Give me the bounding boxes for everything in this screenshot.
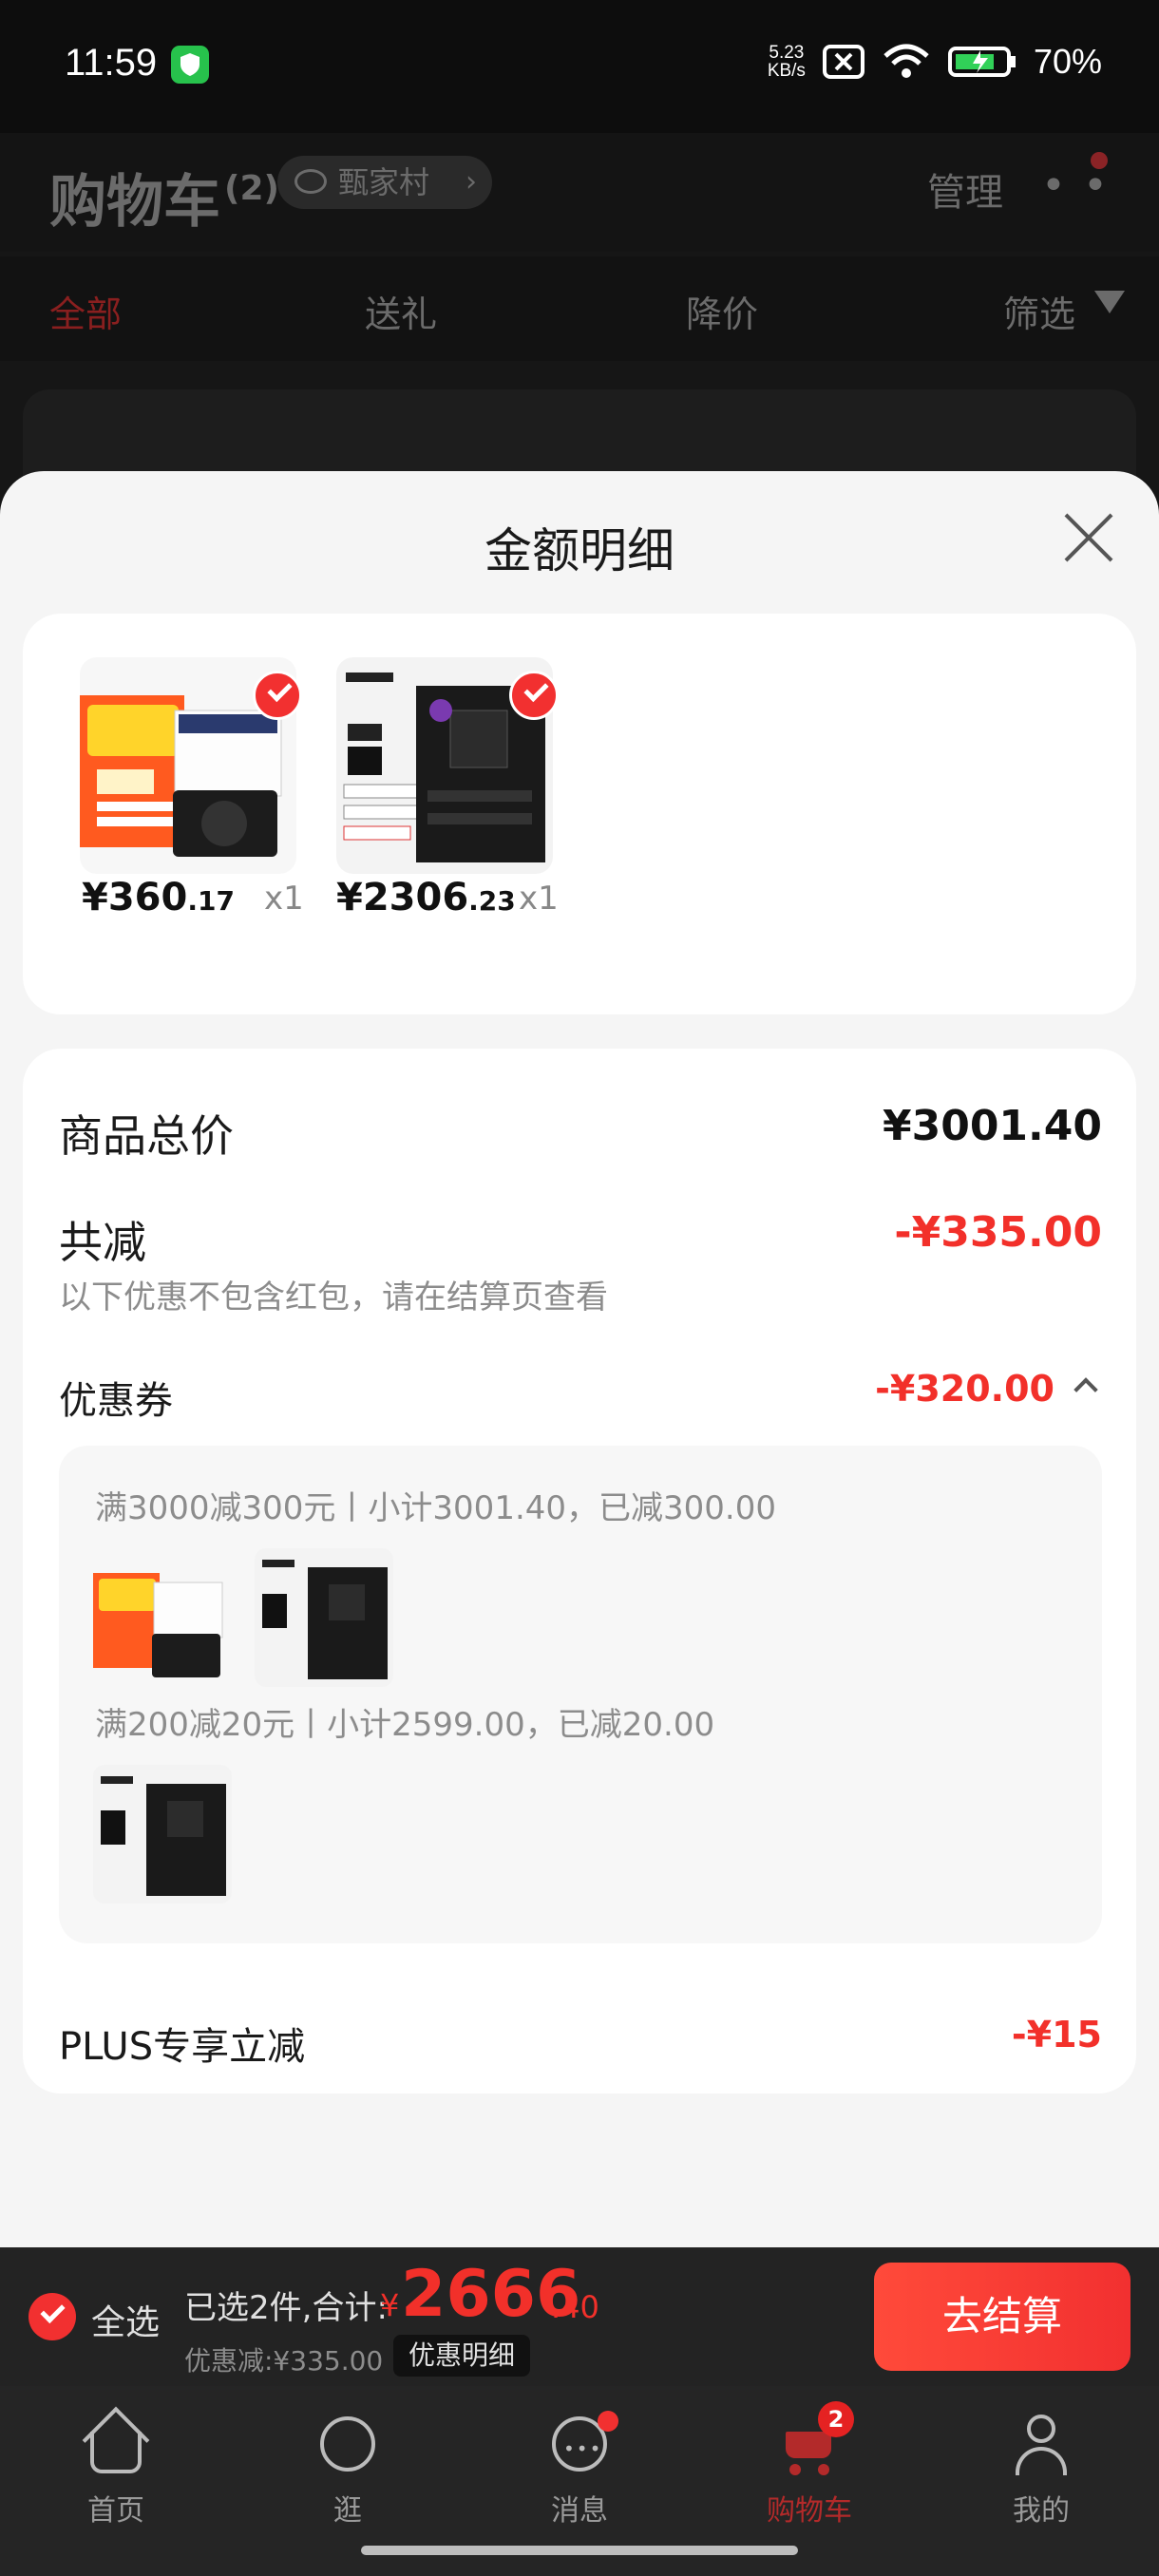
message-icon: ••• (546, 2411, 618, 2477)
nav-label: 首页 (87, 2494, 144, 2528)
sim-off-icon (822, 45, 864, 79)
total-price-value: ¥3001.40 (882, 1102, 1102, 1150)
select-all-check-icon[interactable] (28, 2293, 76, 2340)
coupon-rule: 满200减20元丨小计2599.00，已减20.00 (95, 1706, 715, 1744)
coupon-product-thumb (255, 1548, 393, 1687)
tab-all[interactable]: 全部 (49, 285, 122, 337)
nav-label: 逛 (333, 2494, 362, 2528)
coupon-label[interactable]: 优惠券 (59, 1370, 173, 1425)
cart-count: (2) (224, 169, 279, 208)
nav-cart[interactable]: 2 购物车 (724, 2401, 895, 2529)
cart-header: 购物车 (2) 甄家村 › 管理 • • (0, 133, 1159, 252)
unread-dot (598, 2411, 618, 2432)
checkout-button[interactable]: 去结算 (874, 2263, 1130, 2371)
tab-gift[interactable]: 送礼 (365, 285, 437, 337)
plus-discount-label: PLUS专享立减 (59, 2025, 306, 2069)
status-time: 11:59 (65, 42, 158, 84)
battery-level: 70% (1033, 42, 1102, 81)
product-qty-board: x1 (519, 880, 559, 918)
selected-check-icon (253, 671, 302, 720)
status-icons: 5.23 KB/s 70% (768, 42, 1102, 82)
cart-title: 购物车 (49, 169, 220, 236)
price-int: ¥2306 (336, 876, 469, 919)
price-breakdown-card: 商品总价 ¥3001.40 共减 -¥335.00 以下优惠不包含红包，请在结算… (23, 1049, 1136, 2093)
nav-profile[interactable]: 我的 (956, 2411, 1127, 2529)
nav-label: 我的 (1013, 2494, 1070, 2528)
home-icon (82, 2406, 150, 2477)
select-all-label[interactable]: 全选 (91, 2295, 160, 2344)
manage-button[interactable]: 管理 (927, 161, 1003, 217)
battery-icon (947, 47, 1016, 77)
chevron-up-icon[interactable] (1074, 1377, 1098, 1402)
nav-browse[interactable]: 逛 (262, 2411, 433, 2529)
sheet-title: 金额明细 (484, 523, 674, 578)
coupon-value[interactable]: -¥320.00 (875, 1368, 1054, 1410)
nav-home[interactable]: 首页 (30, 2406, 201, 2529)
location-name: 甄家村 (338, 164, 430, 200)
total-decimal: .40 (551, 2289, 599, 2325)
price-dec: .17 (187, 885, 235, 917)
screen: 11:59 5.23 KB/s 70% 购物车 (2) 甄家村 › 管理 • •… (0, 0, 1159, 2576)
coupon-product-thumb (93, 1548, 232, 1687)
discount-total-label: 共减 (59, 1217, 146, 1268)
discount-note: 以下优惠不包含红包，请在结算页查看 (59, 1279, 608, 1316)
plus-discount-value: -¥15 (1011, 2014, 1102, 2055)
browse-icon (314, 2411, 381, 2477)
status-bar: 11:59 5.23 KB/s 70% (0, 0, 1159, 133)
net-speed-value: 5.23 (769, 43, 805, 63)
eye-icon (294, 169, 327, 194)
discount-total-value: -¥335.00 (894, 1208, 1102, 1257)
checkout-bar: 全选 已选2件,合计: ¥ 2666 .40 优惠减:¥335.00 优惠明细 … (0, 2247, 1159, 2386)
total-price-label: 商品总价 (59, 1110, 234, 1162)
location-chip[interactable]: 甄家村 › (277, 156, 492, 209)
cart-badge: 2 (818, 2401, 854, 2437)
tab-filter[interactable]: 筛选 (1003, 285, 1075, 337)
product-price-board: ¥2306.23 (336, 876, 516, 919)
net-speed: 5.23 KB/s (768, 44, 806, 80)
net-speed-unit: KB/s (767, 61, 806, 81)
security-shield-icon (171, 46, 209, 84)
price-detail-sheet: 金额明细 ¥360.17 x1 ¥2306.23 x1 商品总价 ¥3001.4… (0, 471, 1159, 2247)
total-currency: ¥ (380, 2287, 400, 2323)
close-icon[interactable] (1062, 511, 1115, 564)
product-qty-psu: x1 (264, 880, 304, 918)
nav-label: 消息 (551, 2494, 608, 2528)
price-int: ¥360 (82, 876, 188, 919)
tab-price-drop[interactable]: 降价 (686, 285, 758, 337)
coupon-rule: 满3000减300元丨小计3001.40，已减300.00 (95, 1489, 776, 1527)
coupon-detail-box: 满3000减300元丨小计3001.40，已减300.00 满200减20元丨小… (59, 1446, 1102, 1943)
nav-label: 购物车 (767, 2494, 852, 2528)
selected-check-icon (509, 671, 559, 720)
discount-summary: 优惠减:¥335.00 (184, 2345, 384, 2377)
profile-icon (1008, 2411, 1074, 2477)
wifi-icon (884, 44, 929, 78)
notification-dot (1091, 152, 1108, 169)
discount-detail-button[interactable]: 优惠明细 (393, 2335, 531, 2377)
coupon-product-thumb (93, 1765, 232, 1904)
home-indicator[interactable] (361, 2546, 798, 2555)
filter-icon (1094, 291, 1125, 313)
price-dec: .23 (468, 885, 516, 917)
cart-icon: 2 (776, 2401, 854, 2477)
cart-tabs: 全部 送礼 降价 筛选 (0, 256, 1159, 361)
chevron-right-icon: › (466, 165, 477, 199)
product-price-psu: ¥360.17 (82, 876, 235, 919)
products-card: ¥360.17 x1 ¥2306.23 x1 (23, 614, 1136, 1014)
nav-messages[interactable]: ••• 消息 (494, 2411, 665, 2529)
selected-summary: 已选2件,合计: (184, 2289, 388, 2327)
